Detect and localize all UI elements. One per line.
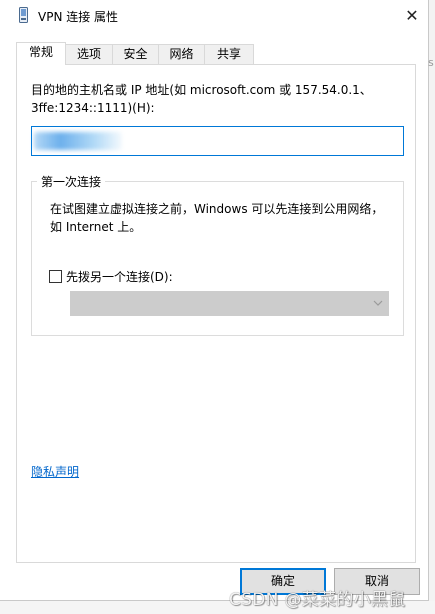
- tab-security[interactable]: 安全: [112, 44, 159, 64]
- watermark-text: CSDN @菜菜的小黑鼠: [229, 590, 406, 610]
- dial-first-checkbox[interactable]: [49, 270, 62, 283]
- window-title: VPN 连接 属性: [38, 10, 119, 24]
- desc-line2: 如 Internet 上。: [50, 220, 142, 234]
- first-connect-title: 第一次连接: [37, 173, 106, 190]
- background-window-edge: ꜱ: [428, 0, 435, 614]
- host-label-line2: 3ffe:1234::1111)(H):: [31, 101, 155, 115]
- dial-connection-select[interactable]: [70, 291, 389, 316]
- host-label-line1: 目的地的主机名或 IP 地址(如 microsoft.com 或 157.54.…: [31, 83, 372, 97]
- tab-general[interactable]: 常规: [16, 42, 66, 65]
- background-fragment: ꜱ: [428, 56, 434, 69]
- first-connect-description: 在试图建立虚拟连接之前，Windows 可以先连接到公用网络， 如 Intern…: [50, 200, 395, 236]
- tab-options[interactable]: 选项: [65, 44, 113, 64]
- dial-first-label[interactable]: 先拨另一个连接(D):: [66, 268, 173, 285]
- tab-networking[interactable]: 网络: [158, 44, 205, 64]
- title-bar: VPN 连接 属性 ✕: [0, 0, 428, 32]
- vpn-properties-dialog: VPN 连接 属性 ✕ 常规 选项 安全 网络 共享 目的地的主机名或 IP 地…: [0, 0, 429, 601]
- host-address-label: 目的地的主机名或 IP 地址(如 microsoft.com 或 157.54.…: [31, 81, 403, 117]
- privacy-statement-link[interactable]: 隐私声明: [31, 463, 79, 480]
- close-icon[interactable]: ✕: [398, 2, 426, 28]
- desc-line1: 在试图建立虚拟连接之前，Windows 可以先连接到公用网络，: [50, 202, 384, 216]
- vpn-phone-icon: [19, 7, 28, 23]
- chevron-down-icon: [371, 295, 385, 311]
- redacted-host-value: [34, 132, 122, 150]
- tab-sharing[interactable]: 共享: [204, 44, 254, 64]
- host-address-input[interactable]: [31, 126, 404, 156]
